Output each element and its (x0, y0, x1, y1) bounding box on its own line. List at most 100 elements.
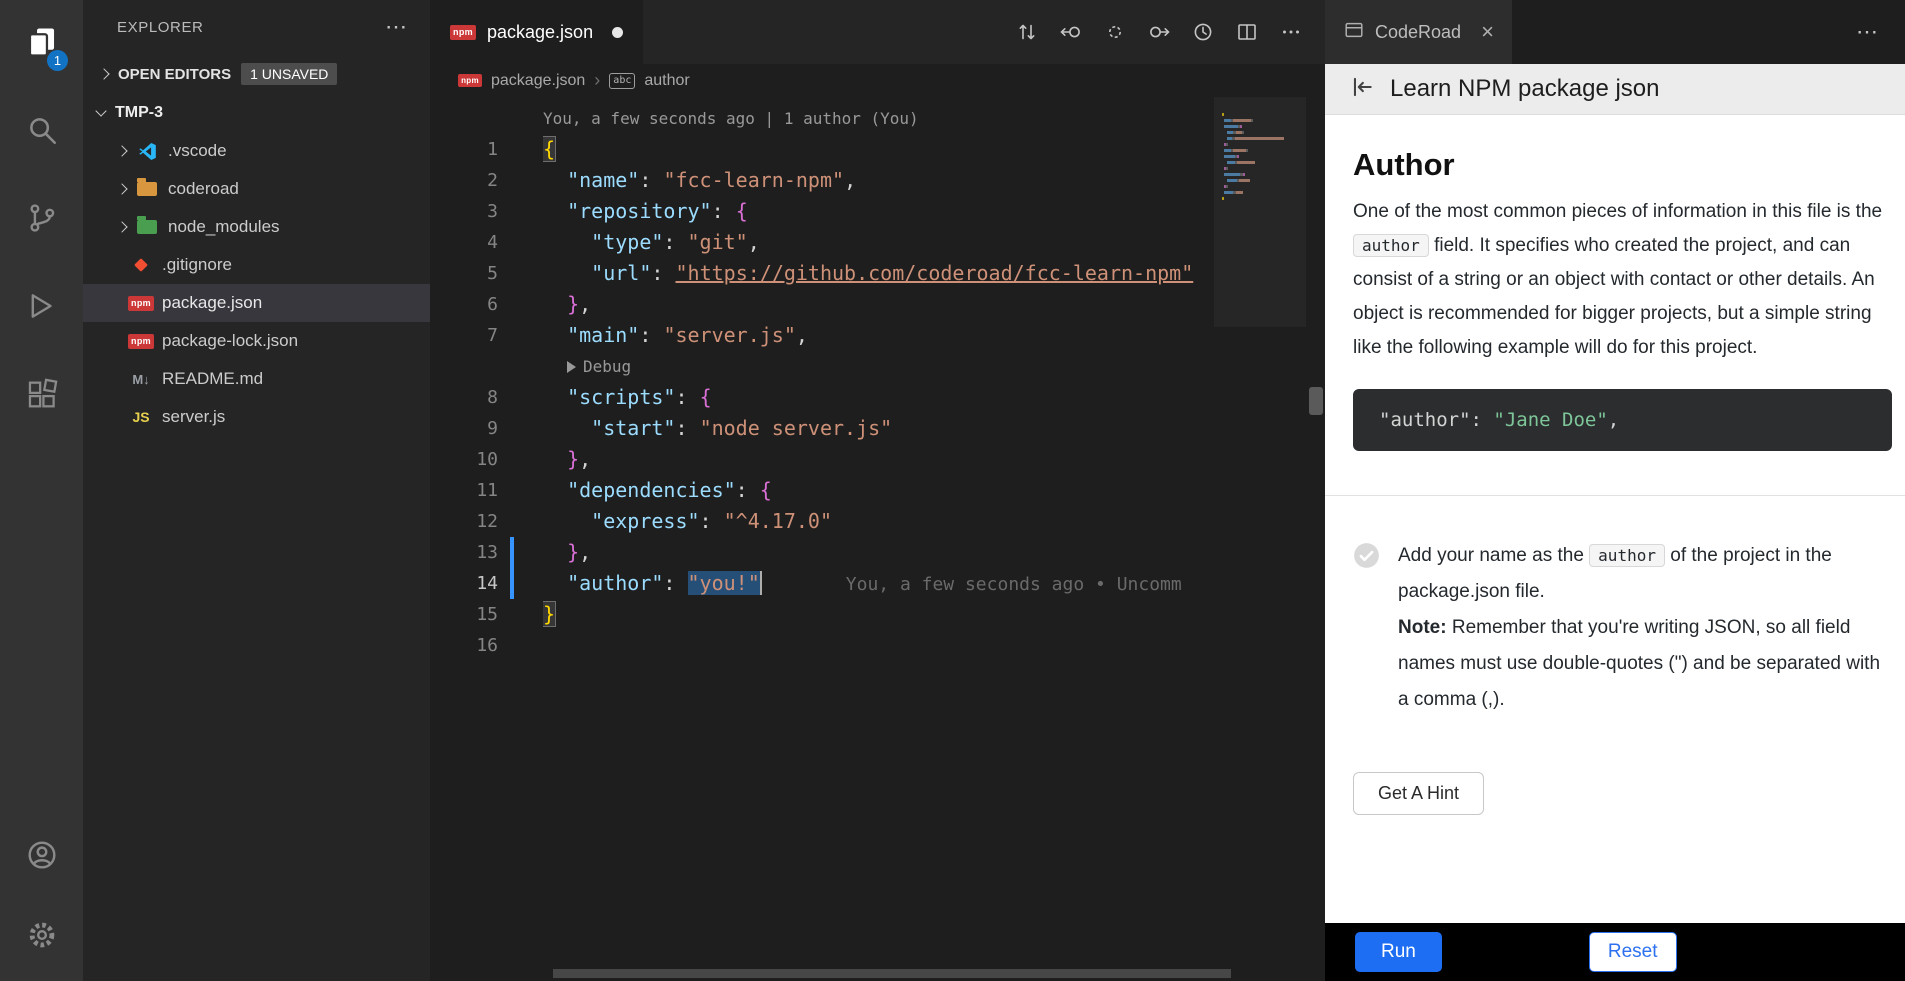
workspace-root[interactable]: TMP-3 (83, 94, 430, 132)
file-item-server.js[interactable]: JSserver.js (83, 398, 430, 436)
breadcrumb-file[interactable]: package.json (491, 72, 585, 90)
tab-package-json[interactable]: npm package.json (430, 0, 643, 64)
code-line-13[interactable]: 13 }, (430, 537, 1214, 568)
line-number: 5 (430, 258, 498, 289)
get-hint-button[interactable]: Get A Hint (1353, 772, 1484, 815)
code-line-14[interactable]: 14 "author": "you!"You, a few seconds ag… (430, 568, 1214, 599)
code-line-3[interactable]: 3 "repository": { (430, 196, 1214, 227)
line-number: 6 (430, 289, 498, 320)
back-icon[interactable] (1349, 74, 1375, 105)
file-item-.gitignore[interactable]: .gitignore (83, 246, 430, 284)
chevron-right-icon (116, 221, 127, 232)
code-line-5[interactable]: 5 "url": "https://github.com/coderoad/fc… (430, 258, 1214, 289)
settings-gear-icon (25, 918, 59, 957)
code-editor[interactable]: You, a few seconds ago | 1 author (You)1… (430, 97, 1214, 981)
editor-toolbar (1011, 0, 1325, 64)
folder-icon (137, 220, 157, 234)
code-line-1[interactable]: 1{ (430, 134, 1214, 165)
inline-code: author (1353, 234, 1429, 257)
js-icon: JS (129, 409, 153, 425)
run-button[interactable]: Run (1355, 932, 1442, 972)
explorer-sidebar: EXPLORER ⋯ OPEN EDITORS 1 UNSAVED TMP-3 … (83, 0, 430, 981)
file-name: .vscode (168, 141, 227, 161)
file-item-node_modules[interactable]: node_modules (83, 208, 430, 246)
activity-search[interactable] (0, 88, 83, 176)
line-number: 11 (430, 475, 498, 506)
history-icon[interactable] (1187, 16, 1219, 48)
modified-gutter-indicator (510, 537, 514, 568)
folder-icon (137, 182, 157, 196)
chevron-right-icon (116, 183, 127, 194)
line-number: 7 (430, 320, 498, 351)
code-line-2[interactable]: 2 "name": "fcc-learn-npm", (430, 165, 1214, 196)
git-compare-icon[interactable] (1011, 16, 1043, 48)
line-number: 4 (430, 227, 498, 258)
account-icon (25, 838, 59, 877)
code-line-6[interactable]: 6 }, (430, 289, 1214, 320)
nav-forward-icon[interactable] (1143, 16, 1175, 48)
npm-icon: npm (129, 334, 153, 349)
activity-source-control[interactable] (0, 176, 83, 264)
code-line-12[interactable]: 12 "express": "^4.17.0" (430, 506, 1214, 537)
codelens[interactable]: You, a few seconds ago | 1 author (You) (430, 103, 1214, 134)
codelens[interactable]: Debug (430, 351, 1214, 382)
coderoad-header: Learn NPM package json (1325, 64, 1905, 115)
sidebar-title: EXPLORER (117, 19, 204, 36)
line-number: 1 (430, 134, 498, 165)
file-name: coderoad (168, 179, 239, 199)
lesson-content: Author One of the most common pieces of … (1325, 115, 1905, 923)
search-icon (25, 113, 59, 152)
text-cursor (760, 571, 762, 595)
vertical-scrollbar[interactable] (1306, 97, 1325, 981)
lesson-paragraph: One of the most common pieces of informa… (1353, 195, 1892, 365)
activity-run-debug[interactable] (0, 264, 83, 352)
activity-account[interactable] (0, 817, 83, 897)
record-icon[interactable] (1099, 16, 1131, 48)
unsaved-dot-icon[interactable] (612, 27, 623, 38)
more-actions-icon[interactable] (1275, 16, 1307, 48)
nav-back-icon[interactable] (1055, 16, 1087, 48)
activity-explorer[interactable]: 1 (0, 0, 83, 88)
breadcrumb-separator: › (594, 70, 600, 91)
tab-coderoad[interactable]: CodeRoad × (1325, 0, 1512, 64)
file-name: .gitignore (162, 255, 232, 275)
inline-blame: You, a few seconds ago • Uncomm (846, 574, 1182, 595)
code-line-7[interactable]: 7 "main": "server.js", (430, 320, 1214, 351)
code-line-8[interactable]: 8 "scripts": { (430, 382, 1214, 413)
activity-bar: 1 (0, 0, 83, 981)
vscode-icon (135, 142, 159, 161)
file-name: node_modules (168, 217, 280, 237)
task-line: Add your name as the author of the proje… (1398, 538, 1892, 610)
more-actions-icon[interactable]: ⋯ (385, 14, 408, 40)
code-line-11[interactable]: 11 "dependencies": { (430, 475, 1214, 506)
line-number: 15 (430, 599, 498, 630)
close-icon[interactable]: × (1481, 21, 1494, 43)
code-line-10[interactable]: 10 }, (430, 444, 1214, 475)
code-line-16[interactable]: 16 (430, 630, 1214, 661)
modified-gutter-indicator (510, 568, 514, 599)
code-line-9[interactable]: 9 "start": "node server.js" (430, 413, 1214, 444)
reset-button[interactable]: Reset (1589, 932, 1677, 972)
file-item-package-lock.json[interactable]: npmpackage-lock.json (83, 322, 430, 360)
source-control-icon (25, 201, 59, 240)
file-item-.vscode[interactable]: .vscode (83, 132, 430, 170)
more-actions-icon[interactable]: ⋯ (1856, 19, 1905, 45)
file-name: package.json (162, 293, 262, 313)
activity-settings-gear[interactable] (0, 897, 83, 977)
minimap[interactable] (1214, 97, 1306, 981)
file-item-package.json[interactable]: npmpackage.json (83, 284, 430, 322)
file-item-README.md[interactable]: M↓README.md (83, 360, 430, 398)
minimap-slider[interactable] (1214, 97, 1306, 327)
open-editors-section[interactable]: OPEN EDITORS 1 UNSAVED (83, 54, 430, 94)
lesson-heading: Author (1353, 147, 1892, 183)
code-line-4[interactable]: 4 "type": "git", (430, 227, 1214, 258)
split-editor-icon[interactable] (1231, 16, 1263, 48)
npm-icon: npm (450, 25, 476, 40)
horizontal-scrollbar[interactable] (553, 969, 1231, 978)
breadcrumb-symbol[interactable]: author (644, 72, 689, 90)
breadcrumb: npm package.json › abc author (430, 64, 1325, 97)
scrollbar-handle[interactable] (1309, 387, 1323, 415)
activity-extensions[interactable] (0, 352, 83, 440)
code-line-15[interactable]: 15} (430, 599, 1214, 630)
file-item-coderoad[interactable]: coderoad (83, 170, 430, 208)
